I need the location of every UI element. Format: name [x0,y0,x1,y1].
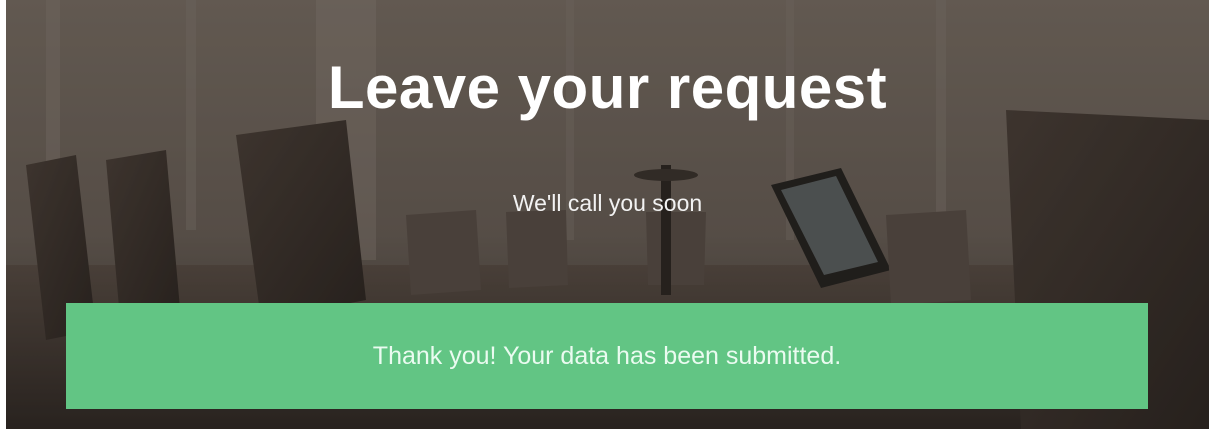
section-title: Leave your request [327,54,888,121]
form-success-message: Thank you! Your data has been submitted. [66,303,1148,409]
success-message-text: Thank you! Your data has been submitted. [372,342,842,370]
section-subtitle: We'll call you soon [512,190,703,216]
hero-section: Leave your request We'll call you soon T… [6,0,1209,429]
